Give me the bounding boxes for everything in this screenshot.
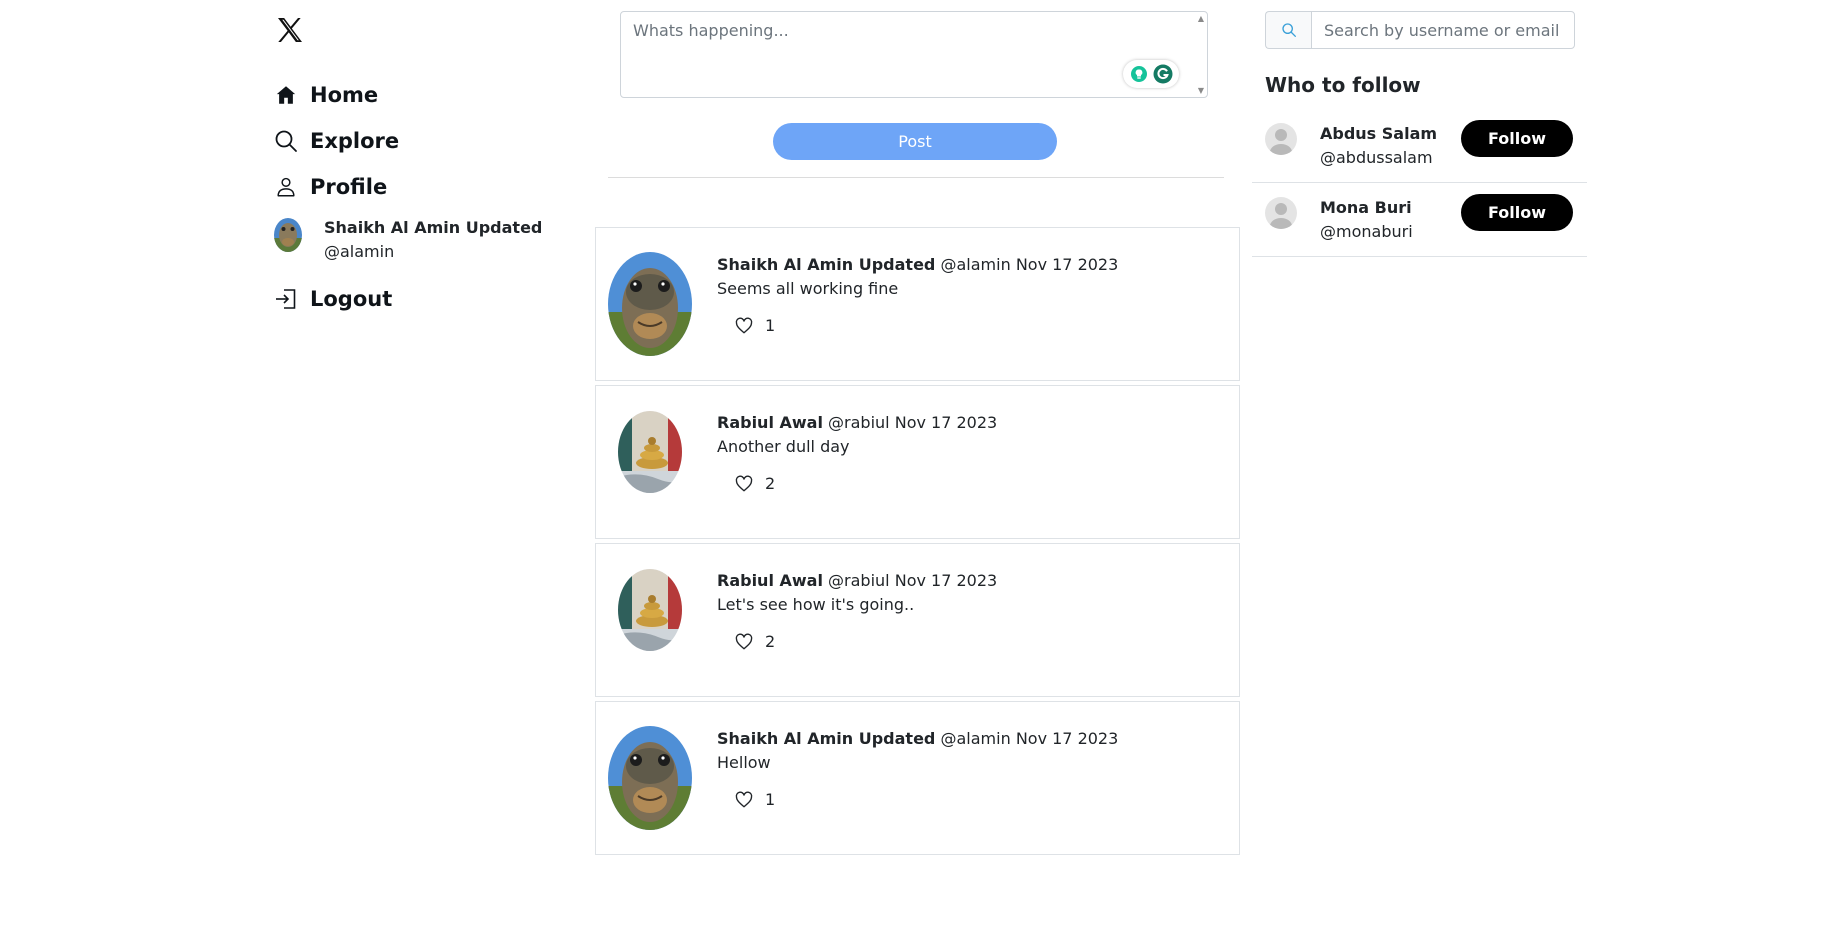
home-icon: [274, 83, 298, 107]
search-icon[interactable]: [1265, 11, 1311, 49]
person-icon: [274, 175, 298, 199]
nav-logout-label: Logout: [310, 287, 393, 311]
tweet-handle: @alamin: [940, 255, 1011, 274]
like-count: 1: [765, 790, 776, 809]
current-user[interactable]: Shaikh Al Amin Updated @alamin: [274, 216, 574, 264]
heart-icon[interactable]: [735, 633, 753, 651]
nav-explore-label: Explore: [310, 129, 400, 153]
heart-icon[interactable]: [735, 791, 753, 809]
avatar[interactable]: [618, 569, 682, 651]
tweet-card: Rabiul Awal @rabiul Nov 17 2023 Another …: [595, 385, 1240, 539]
tweet-date: Nov 17 2023: [1015, 255, 1119, 274]
tweet-date: Nov 17 2023: [894, 571, 998, 590]
tweet-meta: Shaikh Al Amin Updated @alamin Nov 17 20…: [717, 727, 1118, 751]
avatar: [274, 218, 302, 252]
avatar[interactable]: [618, 411, 682, 493]
left-sidebar: Home Explore Profile Shaikh Al Amin Upda…: [274, 14, 574, 322]
heart-icon[interactable]: [735, 317, 753, 335]
tweet-date: Nov 17 2023: [1015, 729, 1119, 748]
nav-logout[interactable]: Logout: [274, 276, 574, 322]
post-button[interactable]: Post: [773, 123, 1057, 160]
tweet-text: Seems all working fine: [717, 279, 899, 298]
lightbulb-icon[interactable]: [1129, 64, 1149, 84]
avatar[interactable]: [608, 252, 692, 356]
who-to-follow-title: Who to follow: [1265, 73, 1421, 97]
user-search: [1265, 11, 1575, 49]
tweet-meta: Shaikh Al Amin Updated @alamin Nov 17 20…: [717, 253, 1118, 277]
suggestion-name[interactable]: Abdus Salam: [1320, 122, 1437, 146]
tweet-handle: @rabiul: [828, 571, 890, 590]
search-icon: [274, 129, 298, 153]
follow-button[interactable]: Follow: [1461, 194, 1573, 231]
nav-home[interactable]: Home: [274, 72, 574, 118]
avatar[interactable]: [1265, 123, 1297, 155]
tweet-meta: Rabiul Awal @rabiul Nov 17 2023: [717, 411, 997, 435]
follow-suggestion: Abdus Salam @abdussalam Follow: [1252, 110, 1587, 183]
tweet-text: Hellow: [717, 753, 771, 772]
tweet-author[interactable]: Shaikh Al Amin Updated: [717, 729, 935, 748]
tweet-handle: @rabiul: [828, 413, 890, 432]
like-count: 2: [765, 474, 776, 493]
tweet-text: Let's see how it's going..: [717, 595, 915, 614]
tweet-text: Another dull day: [717, 437, 850, 456]
tweet-feed: Shaikh Al Amin Updated @alamin Nov 17 20…: [595, 227, 1240, 859]
tweet-meta: Rabiul Awal @rabiul Nov 17 2023: [717, 569, 997, 593]
tweet-card: Rabiul Awal @rabiul Nov 17 2023 Let's se…: [595, 543, 1240, 697]
suggestion-name[interactable]: Mona Buri: [1320, 196, 1412, 220]
like-count: 2: [765, 632, 776, 651]
like-button[interactable]: 1: [735, 316, 775, 335]
like-button[interactable]: 2: [735, 474, 775, 493]
suggestion-handle: @monaburi: [1320, 222, 1413, 241]
current-user-name: Shaikh Al Amin Updated: [324, 218, 543, 237]
x-logo-icon[interactable]: [274, 14, 306, 46]
like-button[interactable]: 1: [735, 790, 775, 809]
grammarly-icon[interactable]: [1153, 64, 1173, 84]
tweet-author[interactable]: Rabiul Awal: [717, 413, 823, 432]
follow-suggestion: Mona Buri @monaburi Follow: [1252, 184, 1587, 257]
avatar[interactable]: [608, 726, 692, 830]
tweet-author[interactable]: Shaikh Al Amin Updated: [717, 255, 935, 274]
avatar[interactable]: [1265, 197, 1297, 229]
logout-icon: [274, 287, 298, 311]
nav-explore[interactable]: Explore: [274, 118, 574, 164]
search-input[interactable]: [1311, 11, 1575, 49]
divider: [608, 177, 1224, 178]
like-button[interactable]: 2: [735, 632, 775, 651]
tweet-card: Shaikh Al Amin Updated @alamin Nov 17 20…: [595, 227, 1240, 381]
follow-button[interactable]: Follow: [1461, 120, 1573, 157]
heart-icon[interactable]: [735, 475, 753, 493]
suggestion-handle: @abdussalam: [1320, 148, 1433, 167]
tweet-date: Nov 17 2023: [894, 413, 998, 432]
tweet-handle: @alamin: [940, 729, 1011, 748]
tweet-composer: ▲ ▼: [620, 11, 1208, 98]
tweet-card: Shaikh Al Amin Updated @alamin Nov 17 20…: [595, 701, 1240, 855]
tweet-input[interactable]: [621, 12, 1207, 97]
nav-profile-label: Profile: [310, 175, 388, 199]
current-user-handle: @alamin: [324, 242, 395, 261]
scroll-down-arrow-icon[interactable]: ▼: [1198, 86, 1204, 95]
nav-home-label: Home: [310, 83, 379, 107]
nav-profile[interactable]: Profile: [274, 164, 574, 210]
tweet-author[interactable]: Rabiul Awal: [717, 571, 823, 590]
grammarly-widget[interactable]: [1123, 60, 1179, 88]
scroll-up-arrow-icon[interactable]: ▲: [1198, 14, 1204, 23]
like-count: 1: [765, 316, 776, 335]
